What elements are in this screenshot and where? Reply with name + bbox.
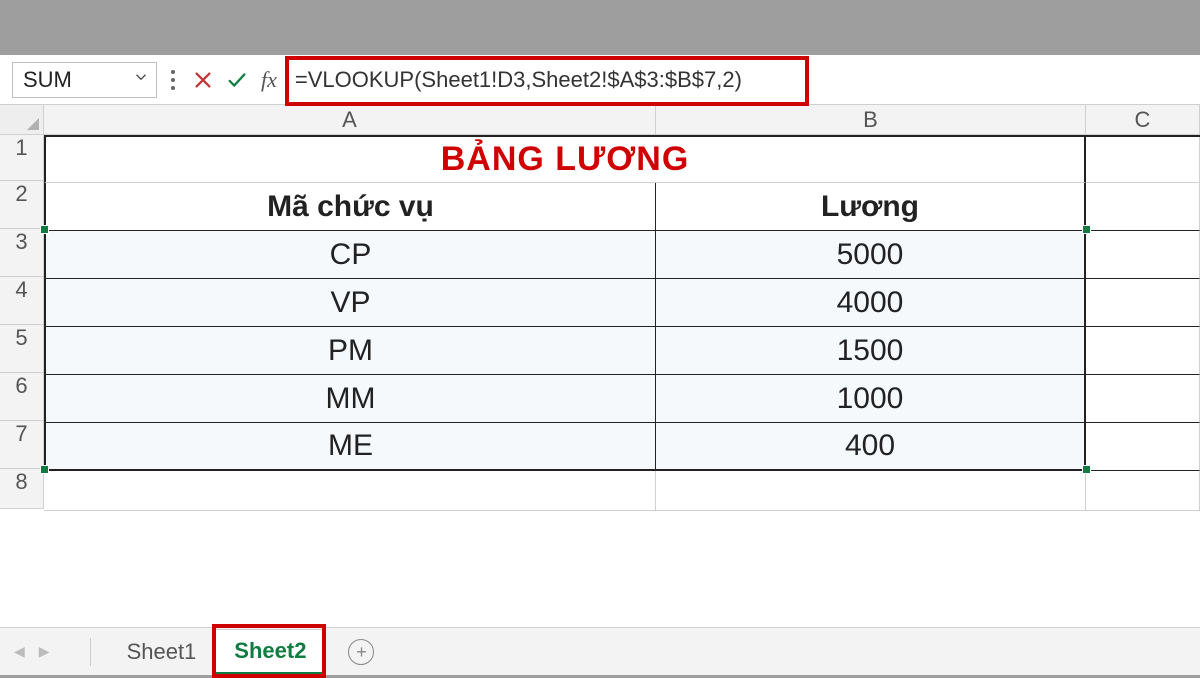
select-all-corner[interactable] [0, 105, 44, 135]
cell-a5[interactable]: PM [44, 327, 656, 375]
row-header-7[interactable]: 7 [0, 421, 44, 469]
new-sheet-button[interactable]: + [341, 632, 381, 672]
tabs-divider [90, 638, 91, 666]
cell-a8[interactable] [44, 471, 656, 511]
cell-b7[interactable]: 400 [656, 423, 1086, 471]
name-box-container[interactable]: SUM [12, 62, 157, 98]
excel-workspace: SUM fx =VLOOKUP(Sheet1!D3,Sheet2!$A$3:$B… [0, 55, 1200, 675]
cell-b4[interactable]: 4000 [656, 279, 1086, 327]
row-headers: 1 2 3 4 5 6 7 8 [0, 135, 44, 511]
row-header-2[interactable]: 2 [0, 181, 44, 229]
prev-sheet-icon[interactable]: ◀ [14, 643, 25, 660]
more-options-icon[interactable] [163, 70, 183, 90]
tab-sheet2[interactable]: Sheet2 [215, 629, 325, 675]
row-header-3[interactable]: 3 [0, 229, 44, 277]
column-headers: A B C [0, 105, 1200, 135]
row-header-6[interactable]: 6 [0, 373, 44, 421]
header-code[interactable]: Mã chức vụ [44, 183, 656, 231]
cell-c8[interactable] [1086, 471, 1200, 511]
cell-b3[interactable]: 5000 [656, 231, 1086, 279]
enter-formula-button[interactable] [223, 62, 251, 98]
sheet-area: A B C 1 2 3 4 5 6 7 8 BẢNG LƯƠNG [0, 105, 1200, 627]
cell-c1[interactable] [1086, 137, 1200, 183]
cell-c6[interactable] [1086, 375, 1200, 423]
name-box[interactable]: SUM [23, 67, 132, 93]
column-header-c[interactable]: C [1086, 105, 1200, 135]
formula-input[interactable]: =VLOOKUP(Sheet1!D3,Sheet2!$A$3:$B$7,2) [287, 62, 1190, 98]
selection-handle[interactable] [1082, 465, 1091, 474]
formula-bar-row: SUM fx =VLOOKUP(Sheet1!D3,Sheet2!$A$3:$B… [0, 55, 1200, 105]
cell-c7[interactable] [1086, 423, 1200, 471]
tab-sheet1[interactable]: Sheet1 [109, 631, 216, 673]
title-cell[interactable]: BẢNG LƯƠNG [44, 137, 1086, 183]
cell-c4[interactable] [1086, 279, 1200, 327]
cell-b8[interactable] [656, 471, 1086, 511]
selection-handle[interactable] [40, 465, 49, 474]
row-header-1[interactable]: 1 [0, 135, 44, 181]
cancel-formula-button[interactable] [189, 62, 217, 98]
cell-c5[interactable] [1086, 327, 1200, 375]
cell-b6[interactable]: 1000 [656, 375, 1086, 423]
selection-handle[interactable] [1082, 225, 1091, 234]
row-header-8[interactable]: 8 [0, 469, 44, 509]
annotation-highlight-tab [212, 624, 326, 678]
formula-text: =VLOOKUP(Sheet1!D3,Sheet2!$A$3:$B$7,2) [295, 67, 742, 93]
column-header-a[interactable]: A [44, 105, 656, 135]
cell-a7[interactable]: ME [44, 423, 656, 471]
header-salary[interactable]: Lương [656, 183, 1086, 231]
fx-icon[interactable]: fx [261, 67, 277, 93]
cell-c2[interactable] [1086, 183, 1200, 231]
cell-b5[interactable]: 1500 [656, 327, 1086, 375]
sheet-tabs-bar: ◀ ▶ Sheet1 Sheet2 + [0, 627, 1200, 675]
cell-c3[interactable] [1086, 231, 1200, 279]
cell-a6[interactable]: MM [44, 375, 656, 423]
selection-handle[interactable] [40, 225, 49, 234]
cell-a4[interactable]: VP [44, 279, 656, 327]
cell-a3[interactable]: CP [44, 231, 656, 279]
next-sheet-icon[interactable]: ▶ [39, 643, 50, 660]
row-header-4[interactable]: 4 [0, 277, 44, 325]
grid[interactable]: BẢNG LƯƠNG Mã chức vụ Lương CP 5000 VP [44, 135, 1200, 511]
plus-icon: + [348, 639, 374, 665]
chevron-down-icon[interactable] [132, 68, 150, 91]
sheet-nav-arrows[interactable]: ◀ ▶ [14, 643, 50, 660]
row-header-5[interactable]: 5 [0, 325, 44, 373]
column-header-b[interactable]: B [656, 105, 1086, 135]
